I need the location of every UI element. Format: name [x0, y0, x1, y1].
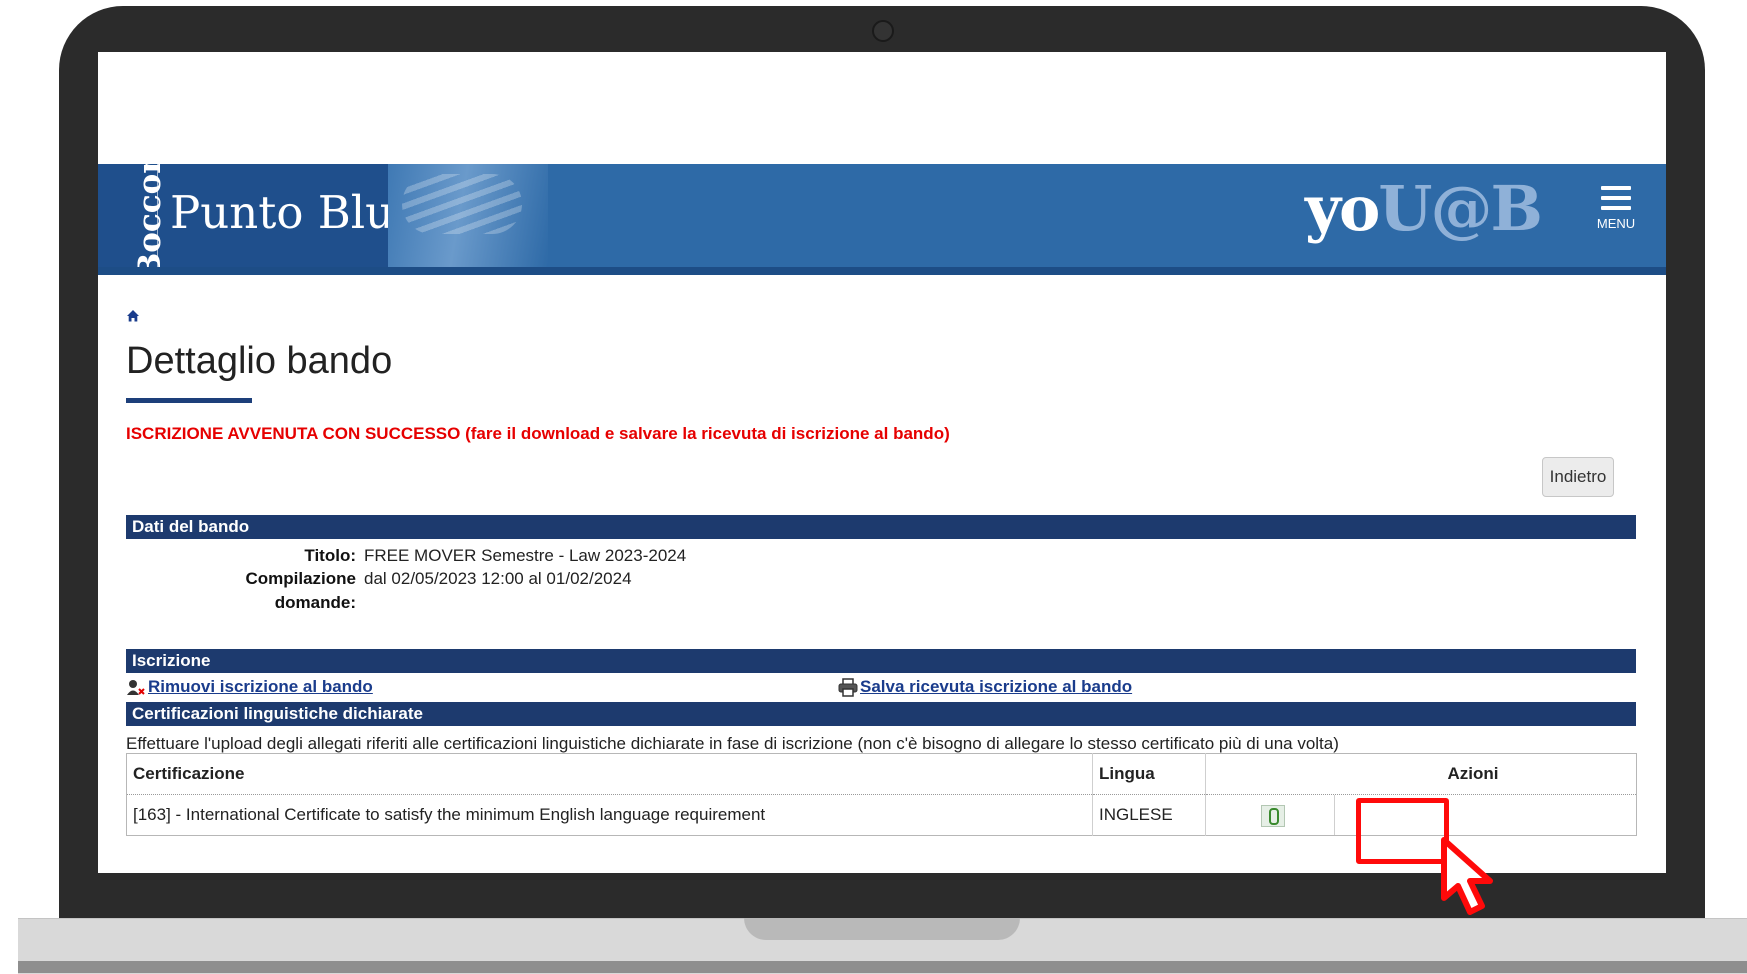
printer-icon	[838, 678, 858, 697]
back-button[interactable]: Indietro	[1542, 457, 1614, 497]
browser-screen: Bocconi Punto Blu yoU@B MENU Dettaglio b…	[98, 52, 1666, 873]
home-icon[interactable]	[126, 309, 140, 323]
laptop-notch	[744, 918, 1020, 940]
title-underline	[126, 398, 252, 403]
col-lingua: Lingua	[1092, 753, 1206, 795]
save-receipt-link[interactable]: Salva ricevuta iscrizione al bando	[860, 677, 1132, 697]
pointer-cursor-icon	[1440, 836, 1510, 916]
table-header-row: Certificazione Lingua Azioni	[126, 753, 1637, 795]
compilazione-label: Compilazione	[245, 569, 356, 588]
titolo-label: Titolo:	[304, 546, 356, 565]
attach-icon[interactable]	[1261, 804, 1285, 827]
menu-button[interactable]: MENU	[1595, 186, 1637, 246]
menu-label: MENU	[1596, 216, 1636, 231]
brand-name: Punto Blu	[170, 186, 388, 239]
cell-lingua: INGLESE	[1092, 794, 1206, 836]
brand-separator	[157, 164, 158, 267]
domande-label: domande:	[274, 593, 356, 612]
col-azioni: Azioni	[1205, 753, 1637, 795]
hamburger-icon-bar	[1601, 206, 1631, 210]
brand-logo[interactable]: Bocconi Punto Blu	[98, 164, 388, 267]
page-title: Dettaglio bando	[126, 340, 393, 382]
section-certificazioni: Certificazioni linguistiche dichiarate	[126, 702, 1636, 726]
success-message: ISCRIZIONE AVVENUTA CON SUCCESSO (fare i…	[126, 424, 950, 443]
laptop-base-edge	[18, 961, 1747, 973]
section-iscrizione: Iscrizione	[126, 649, 1636, 673]
certificazioni-description: Effettuare l'upload degli allegati rifer…	[126, 734, 1339, 753]
logo-part-uab: U@B	[1378, 172, 1542, 245]
youab-logo: yoU@B	[1305, 172, 1543, 245]
header-photo	[388, 164, 548, 267]
titolo-value: FREE MOVER Semestre - Law 2023-2024	[364, 546, 687, 565]
site-header: Bocconi Punto Blu yoU@B MENU	[98, 164, 1666, 275]
cell-certificazione: [163] - International Certificate to sat…	[133, 805, 766, 824]
remove-registration-link[interactable]: Rimuovi iscrizione al bando	[148, 677, 373, 697]
action-cell-upload	[1212, 795, 1335, 835]
logo-part-yo: yo	[1305, 172, 1380, 245]
highlight-box	[1356, 798, 1449, 864]
hamburger-icon	[1601, 186, 1631, 190]
remove-user-icon	[126, 679, 146, 697]
col-certificazione: Certificazione	[126, 753, 1093, 795]
compilazione-value: dal 02/05/2023 12:00 al 01/02/2024	[364, 569, 632, 588]
hamburger-icon-bar	[1601, 196, 1631, 200]
section-dati-bando: Dati del bando	[126, 515, 1636, 539]
camera-icon	[872, 20, 894, 42]
